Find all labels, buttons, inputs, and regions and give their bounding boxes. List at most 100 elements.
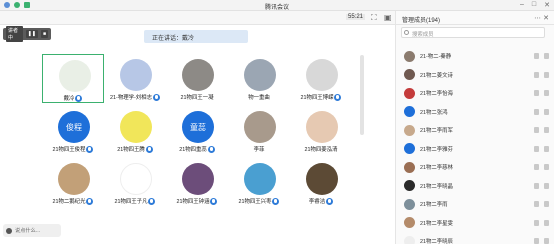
participant-tile[interactable]: 21物四王子凡 <box>104 158 166 207</box>
participant-name: 戴冷 <box>63 96 75 102</box>
member-row[interactable]: 21物二张鸿 <box>396 103 554 122</box>
mic-icon <box>145 146 153 154</box>
layout-icon[interactable]: ▣ <box>384 13 392 22</box>
camera-off-icon[interactable] <box>544 108 549 115</box>
member-name: 21物二李晓晶 <box>420 183 453 190</box>
member-avatar <box>404 124 415 136</box>
member-row[interactable]: 21-物二-秦静 <box>396 47 554 66</box>
speaking-indicator: 正在讲话：戴冷 <box>144 30 248 43</box>
member-panel-header: 管理成员(194) ⋯ ✕ <box>396 11 554 25</box>
mic-muted-icon[interactable] <box>534 71 539 78</box>
camera-off-icon[interactable] <box>544 164 549 170</box>
participant-tile[interactable]: 21物二鹅纪光 <box>42 158 104 207</box>
member-avatar <box>404 198 415 210</box>
participant-tile[interactable]: 物一重曲 <box>228 54 290 103</box>
camera-off-icon[interactable] <box>544 127 549 133</box>
avatar <box>306 59 338 91</box>
camera-off-icon[interactable] <box>544 90 549 96</box>
camera-off-icon[interactable] <box>544 53 549 59</box>
avatar <box>120 59 152 91</box>
mic-icon <box>326 198 334 206</box>
avatar <box>120 163 152 195</box>
participant-tile[interactable]: 21物四姜泓清 <box>290 106 352 155</box>
maximize-icon[interactable]: □ <box>532 1 536 9</box>
square-icon[interactable]: ■ <box>40 30 48 38</box>
camera-off-icon[interactable] <box>544 219 549 226</box>
search-placeholder: 搜索成员 <box>412 32 434 38</box>
member-name: 21物二李星雯 <box>420 220 453 227</box>
mic-muted-icon[interactable] <box>534 145 539 152</box>
grid-scrollbar[interactable] <box>360 55 364 135</box>
member-row[interactable]: 21物二李雨 <box>396 195 554 214</box>
participant-name: 21物四重蕊 <box>179 147 207 153</box>
mic-muted-icon[interactable] <box>534 201 539 207</box>
mic-muted-icon[interactable] <box>534 90 539 96</box>
member-row[interactable]: 21物二李晓晶 <box>396 177 554 196</box>
mic-muted-icon[interactable] <box>534 164 539 170</box>
fullscreen-icon[interactable]: ⛶ <box>371 13 377 23</box>
emoji-icon[interactable] <box>6 227 12 234</box>
avatar: 俊程 <box>58 111 90 143</box>
participant-tile[interactable]: 李睿洁 <box>290 158 352 207</box>
member-name: 21物二张鸿 <box>420 109 448 116</box>
member-status-icons <box>534 238 549 244</box>
camera-off-icon[interactable] <box>544 145 549 152</box>
mic-muted-icon[interactable] <box>534 127 539 133</box>
mic-icon <box>86 146 94 154</box>
member-avatar <box>404 50 415 62</box>
participant-name: 21物四姜泓清 <box>304 147 338 153</box>
mic-muted-icon[interactable] <box>534 108 539 115</box>
participant-name: 21-物理学-刘相志 <box>110 95 152 101</box>
participant-tile[interactable]: 21-物理学-刘相志 <box>104 54 166 103</box>
member-row[interactable]: 21物二李星雯 <box>396 214 554 233</box>
mic-icon <box>86 198 94 206</box>
camera-off-icon[interactable] <box>544 238 549 244</box>
participant-tile[interactable]: 童蕊 21物四重蕊 <box>166 106 228 155</box>
member-status-icons <box>534 90 549 96</box>
member-avatar <box>404 69 415 81</box>
member-status-icons <box>534 164 549 170</box>
camera-off-icon[interactable] <box>544 182 549 189</box>
mic-muted-icon[interactable] <box>534 219 539 226</box>
participant-tile[interactable]: 21物四王钟涵 <box>166 158 228 207</box>
member-row[interactable]: 21物二李怡海 <box>396 84 554 103</box>
mic-muted-icon[interactable] <box>534 53 539 59</box>
participant-name: 21物四王俊程 <box>52 147 86 153</box>
member-row[interactable]: 21物二李慈林 <box>396 158 554 177</box>
member-row[interactable]: 21物二姜文诗 <box>396 66 554 85</box>
mic-icon <box>148 198 156 206</box>
participant-name: 21物四王钟涵 <box>176 199 210 205</box>
minimize-icon[interactable]: – <box>520 1 524 9</box>
member-avatar <box>404 217 415 229</box>
member-name: 21物二李雨 <box>420 202 448 209</box>
participant-tile[interactable]: 李菲 <box>228 106 290 155</box>
speaker-view-button[interactable]: 讲者中 <box>6 26 23 42</box>
close-icon[interactable]: ✕ <box>544 1 550 9</box>
more-icon[interactable]: ⋯ <box>534 15 541 22</box>
avatar <box>244 111 276 143</box>
mic-icon <box>75 95 83 103</box>
speaker-toolbar: 讲者中 ❚❚ ■ <box>3 26 51 42</box>
mic-muted-icon[interactable] <box>534 238 539 244</box>
camera-off-icon[interactable] <box>544 71 549 78</box>
member-row[interactable]: 21物二李晓辰 <box>396 232 554 244</box>
member-status-icons <box>534 182 549 189</box>
participant-tile[interactable]: 21物四王兴枣 <box>228 158 290 207</box>
participant-tile[interactable]: 戴冷 <box>42 54 104 103</box>
member-row[interactable]: 21物二李雅芬 <box>396 140 554 159</box>
member-avatar <box>404 106 415 118</box>
participant-tile[interactable]: 21物四王腾 <box>104 106 166 155</box>
mic-muted-icon[interactable] <box>534 182 539 189</box>
pause-icon[interactable]: ❚❚ <box>25 30 38 38</box>
member-search-input[interactable]: 搜索成员 <box>401 27 545 38</box>
chat-placeholder: 说点什么... <box>15 228 41 234</box>
close-panel-icon[interactable]: ✕ <box>543 15 549 22</box>
participant-tile[interactable]: 21物四王博嵘 <box>290 54 352 103</box>
member-status-icons <box>534 201 549 207</box>
chat-input[interactable]: 说点什么... <box>3 224 61 237</box>
camera-off-icon[interactable] <box>544 201 549 207</box>
participant-tile[interactable]: 21物四王一凝 <box>166 54 228 103</box>
participant-name: 物一重曲 <box>248 95 270 101</box>
member-row[interactable]: 21物二李雨军 <box>396 121 554 140</box>
participant-tile[interactable]: 俊程 21物四王俊程 <box>42 106 104 155</box>
